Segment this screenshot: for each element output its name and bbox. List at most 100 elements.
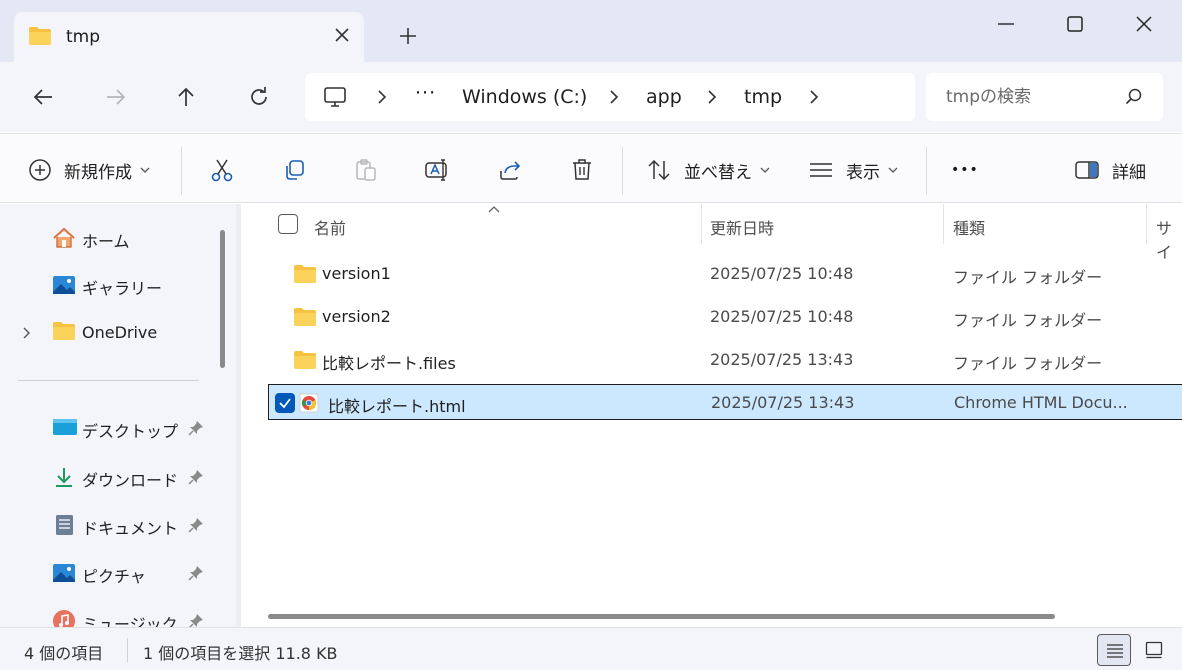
scissors-icon [211, 159, 233, 182]
sidebar-scrollbar[interactable] [220, 230, 225, 368]
breadcrumb-app[interactable]: app [646, 86, 682, 108]
folder-icon [293, 264, 317, 288]
table-row[interactable]: 比較レポート.files 2025/07/25 13:43 ファイル フォルダー [263, 342, 1182, 378]
file-date: 2025/07/25 13:43 [710, 350, 854, 369]
status-divider [127, 638, 128, 662]
copy-button[interactable] [281, 156, 307, 184]
table-row-selected[interactable]: 比較レポート.html 2025/07/25 13:43 Chrome HTML… [268, 384, 1182, 420]
file-type: ファイル フォルダー [953, 311, 1103, 330]
share-icon [500, 161, 521, 180]
pin-icon[interactable] [188, 469, 204, 489]
tiles-view-icon [1145, 641, 1163, 659]
more-options-button[interactable]: ••• [951, 156, 979, 184]
search-input[interactable] [946, 85, 1116, 109]
command-bar: 新規作成 並べ替え 表示 ••• 詳細 [0, 133, 1182, 203]
plus-circle-icon [29, 159, 51, 181]
chevron-right-icon[interactable] [705, 89, 719, 105]
sidebar-item-desktop[interactable]: デスクトップ [0, 410, 236, 446]
column-date[interactable]: 更新日時 [710, 215, 774, 239]
navigation-bar: ··· Windows (C:) app tmp [0, 62, 1182, 132]
refresh-icon[interactable] [246, 84, 272, 110]
file-date: 2025/07/25 10:48 [710, 307, 854, 326]
sort-button[interactable]: 並べ替え [646, 156, 770, 184]
sort-button-label: 並べ替え [684, 162, 752, 183]
close-window-icon[interactable] [1130, 10, 1158, 38]
file-name: version1 [322, 264, 391, 283]
file-date: 2025/07/25 13:43 [711, 393, 855, 412]
breadcrumb-tmp[interactable]: tmp [744, 86, 782, 108]
back-arrow-icon[interactable] [30, 84, 56, 110]
more-options-icon: ••• [951, 162, 979, 178]
file-type: ファイル フォルダー [953, 354, 1103, 373]
column-name[interactable]: 名前 [314, 215, 346, 239]
music-icon [52, 609, 76, 627]
horizontal-scrollbar[interactable] [268, 614, 1055, 619]
trash-icon [573, 159, 591, 180]
tab-title: tmp [66, 27, 101, 47]
address-bar[interactable]: ··· Windows (C:) app tmp [305, 73, 915, 121]
pin-icon[interactable] [188, 517, 204, 537]
row-checkbox[interactable] [275, 393, 295, 413]
forward-arrow-icon[interactable] [103, 84, 129, 110]
column-separator[interactable] [1146, 204, 1147, 244]
cut-button[interactable] [209, 156, 235, 184]
sidebar-item-onedrive[interactable]: OneDrive [0, 315, 236, 351]
this-pc-icon[interactable] [323, 85, 347, 113]
checkmark-icon [279, 398, 291, 409]
column-header: 名前 更新日時 種類 サイ [241, 204, 1182, 262]
sidebar-item-downloads[interactable]: ダウンロード [0, 459, 236, 495]
view-button[interactable]: 表示 [808, 156, 898, 184]
sidebar-divider [18, 380, 199, 381]
sidebar-item-music[interactable]: ミュージック [0, 603, 236, 627]
details-view-button[interactable] [1097, 634, 1131, 666]
sidebar-item-gallery[interactable]: ギャラリー [0, 267, 236, 303]
home-icon [52, 226, 76, 254]
download-icon [52, 465, 76, 493]
chevron-right-icon[interactable] [607, 89, 621, 105]
new-tab-icon[interactable] [396, 24, 420, 48]
folder-icon [52, 321, 76, 345]
close-tab-icon[interactable] [332, 25, 352, 45]
tab-tmp[interactable]: tmp [14, 12, 364, 62]
pin-icon[interactable] [188, 613, 204, 627]
toolbar-divider [926, 147, 927, 195]
table-row[interactable]: version1 2025/07/25 10:48 ファイル フォルダー [263, 256, 1182, 292]
maximize-icon[interactable] [1061, 10, 1089, 38]
chevron-right-icon[interactable] [807, 89, 821, 105]
chevron-down-icon [140, 167, 150, 173]
details-view-icon [1107, 644, 1123, 658]
pictures-icon [52, 561, 76, 589]
sidebar-item-home[interactable]: ホーム [0, 220, 236, 256]
minimize-icon[interactable] [992, 10, 1020, 38]
folder-icon [28, 26, 52, 50]
breadcrumb-more[interactable]: ··· [415, 82, 436, 104]
pin-icon[interactable] [188, 565, 204, 585]
large-icons-view-button[interactable] [1137, 634, 1171, 666]
list-view-icon [810, 163, 832, 177]
new-button[interactable]: 新規作成 [28, 156, 150, 184]
breadcrumb-drive[interactable]: Windows (C:) [462, 86, 587, 108]
search-box[interactable] [926, 73, 1163, 121]
gallery-icon [52, 273, 76, 301]
rename-button[interactable] [424, 156, 450, 184]
select-all-checkbox[interactable] [278, 214, 298, 234]
table-row[interactable]: version2 2025/07/25 10:48 ファイル フォルダー [263, 299, 1182, 335]
desktop-icon [52, 416, 78, 442]
column-type[interactable]: 種類 [953, 215, 985, 239]
sidebar-item-pictures[interactable]: ピクチャ [0, 555, 236, 591]
delete-button[interactable] [569, 156, 595, 184]
paste-button[interactable] [353, 156, 379, 184]
chevron-right-icon[interactable] [375, 89, 389, 105]
chevron-right-icon[interactable] [22, 326, 32, 344]
search-icon[interactable] [1125, 88, 1143, 110]
sidebar-item-label: ドキュメント [82, 519, 179, 538]
pin-icon[interactable] [188, 420, 204, 440]
up-arrow-icon[interactable] [173, 84, 199, 110]
sidebar-item-label: ピクチャ [82, 567, 146, 586]
details-pane-button[interactable]: 詳細 [1074, 156, 1146, 184]
column-separator[interactable] [943, 204, 944, 244]
share-button[interactable] [497, 156, 523, 184]
column-separator[interactable] [701, 204, 702, 244]
sidebar-item-label: デスクトップ [82, 422, 179, 441]
sidebar-item-documents[interactable]: ドキュメント [0, 507, 236, 543]
